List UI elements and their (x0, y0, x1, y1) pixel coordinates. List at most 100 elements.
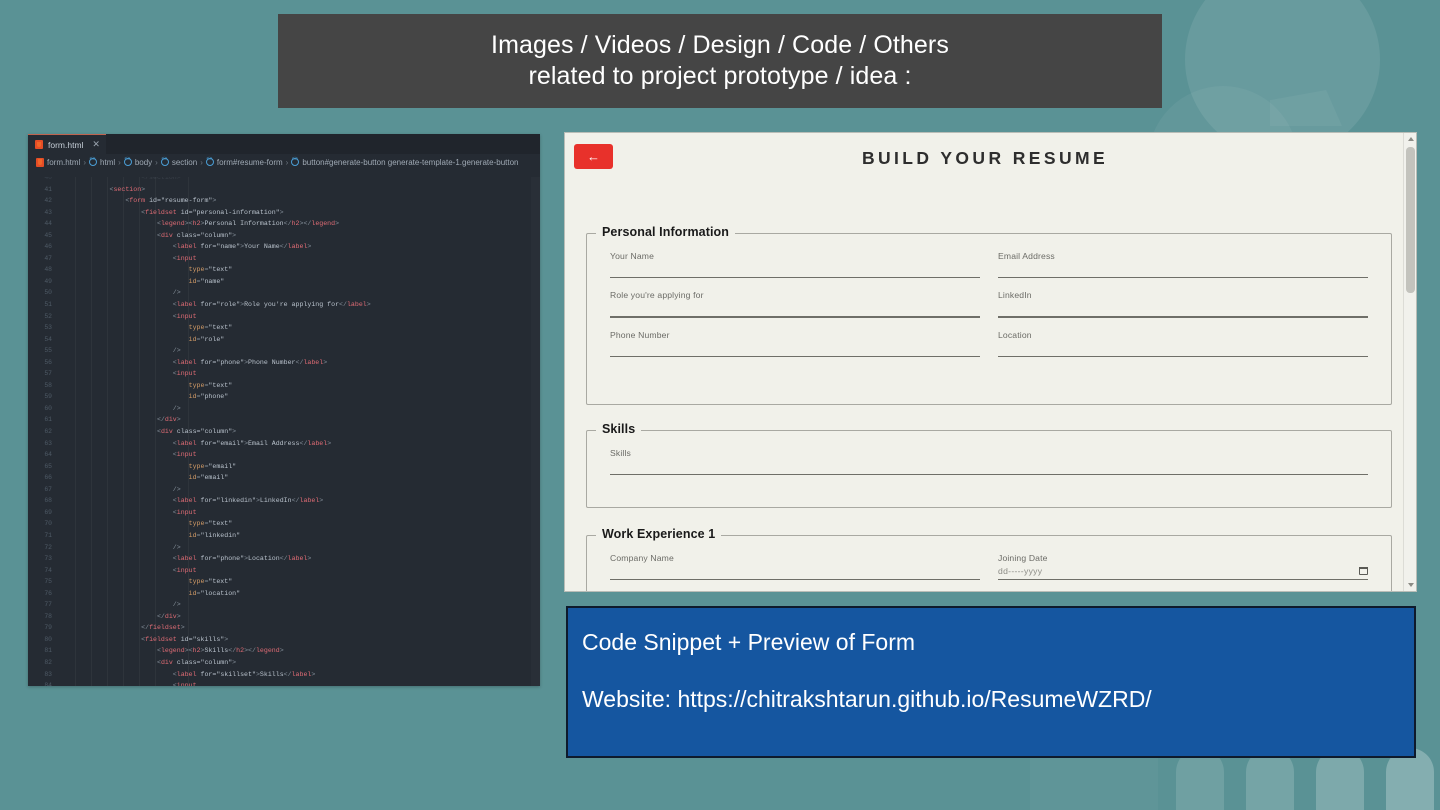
breadcrumb-label: section (171, 157, 198, 167)
banner-line-2: related to project prototype / idea : (528, 62, 912, 90)
code-line: 72 /> (28, 542, 540, 554)
field-role[interactable]: Role you're applying for (610, 290, 980, 318)
line-number: 44 (44, 220, 52, 228)
line-number: 50 (44, 289, 52, 297)
field-your-name[interactable]: Your Name (610, 251, 980, 279)
slide-title-banner: Images / Videos / Design / Code / Others… (278, 14, 1162, 108)
code-line: 55 /> (28, 345, 540, 357)
code-content: <legend><h2>Personal Information</h2></l… (156, 220, 340, 228)
code-content: <label for="email">Email Address</label> (172, 439, 332, 447)
html5-file-icon (35, 140, 43, 149)
line-number: 76 (44, 589, 52, 597)
code-content: <div class="column"> (156, 428, 237, 436)
background-wedge-decoration (1270, 90, 1342, 126)
line-number: 48 (44, 266, 52, 274)
field-label: Location (998, 329, 1032, 340)
code-content: id="location" (188, 589, 241, 597)
line-number: 74 (44, 566, 52, 574)
code-line: 59 id="phone" (28, 391, 540, 403)
field-underline (610, 579, 980, 581)
field-linkedin[interactable]: LinkedIn (998, 290, 1368, 318)
code-content: /> (172, 543, 181, 551)
field-company-name[interactable]: Company Name (610, 553, 980, 581)
code-line: 65 type="email" (28, 461, 540, 473)
line-number: 73 (44, 555, 52, 563)
scroll-up-icon[interactable] (1407, 137, 1414, 141)
breadcrumb-separator: › (285, 157, 289, 167)
caption-line-2: Website: https://chitrakshtarun.github.i… (582, 686, 1152, 712)
code-content: <label for="role">Role you're applying f… (172, 301, 371, 309)
code-content: <input (172, 451, 197, 459)
line-number: 78 (44, 612, 52, 620)
date-input-row[interactable]: dd-----yyyy (998, 566, 1369, 576)
code-content: <fieldset id="skills"> (141, 635, 229, 643)
code-line: 83 <label for="skillset">Skills</label> (28, 669, 540, 681)
breadcrumb-item[interactable]: html (89, 156, 115, 167)
html-tag-icon (291, 156, 300, 166)
code-line: 60 /> (28, 403, 540, 415)
code-content: <legend><h2>Skills</h2></legend> (156, 647, 284, 655)
editor-tab-form-html[interactable]: form.html ✕ (28, 134, 106, 154)
code-line: 58 type="text" (28, 380, 540, 392)
page-title: BUILD YOUR RESUME (861, 148, 1109, 168)
breadcrumb-item[interactable]: button#generate-button generate-template… (291, 156, 519, 167)
code-line: 61 </div> (28, 414, 540, 426)
line-number: 60 (44, 404, 52, 412)
line-number: 47 (44, 254, 52, 262)
code-line: 57 <input (28, 368, 540, 380)
fieldset-column-left: Your Name Role you're applying for Phone… (601, 251, 989, 369)
code-line: 79 </fieldset> (28, 622, 540, 634)
line-number: 57 (44, 370, 52, 378)
breadcrumb-item[interactable]: body (123, 156, 152, 167)
breadcrumb-item[interactable]: section (160, 156, 198, 167)
code-line: 66 id="email" (28, 472, 540, 484)
scroll-down-icon[interactable] (1407, 583, 1414, 587)
field-label: Joining Date (998, 553, 1048, 563)
field-underline (610, 316, 980, 318)
line-number: 71 (44, 531, 52, 539)
line-number: 66 (44, 474, 52, 482)
line-number: 80 (44, 635, 52, 643)
code-content: <section> (109, 185, 146, 193)
field-location[interactable]: Location (998, 329, 1368, 358)
code-content: /> (172, 601, 181, 609)
breadcrumb-separator: › (83, 157, 87, 167)
line-number: 52 (44, 312, 52, 320)
field-label: Company Name (610, 553, 674, 563)
editor-scrollbar[interactable] (531, 170, 540, 686)
fieldset-work-experience-1: Work Experience 1 Company Name Joining D… (586, 527, 1392, 591)
breadcrumb-item[interactable]: form.html (36, 157, 80, 167)
line-number: 56 (44, 358, 52, 366)
code-line: 64 <input (28, 449, 540, 461)
scrollbar-thumb[interactable] (1406, 147, 1415, 293)
code-line: 68 <label for="linkedin">LinkedIn</label… (28, 495, 540, 507)
field-skills[interactable]: Skills (610, 448, 1368, 476)
field-label: LinkedIn (998, 290, 1032, 301)
field-underline (998, 355, 1368, 358)
code-line: 42 <form id="resume-form"> (28, 195, 540, 207)
code-content: <form id="resume-form"> (125, 197, 217, 205)
html-tag-icon (160, 156, 169, 166)
field-email-address[interactable]: Email Address (998, 251, 1368, 279)
line-number: 79 (44, 624, 52, 632)
field-label: Skills (610, 448, 631, 458)
preview-scrollbar[interactable] (1403, 133, 1416, 591)
line-number: 82 (44, 658, 52, 666)
code-line: 74 <input (28, 565, 540, 577)
breadcrumb-item[interactable]: form#resume-form (205, 156, 283, 167)
code-content: type="text" (188, 381, 233, 389)
code-content: /> (172, 404, 181, 412)
code-line: 43 <fieldset id="personal-information"> (28, 207, 540, 219)
breadcrumb-label: form#resume-form (216, 157, 283, 167)
code-line: 49 id="name" (28, 276, 540, 288)
field-phone-number[interactable]: Phone Number (610, 330, 980, 358)
breadcrumb-separator: › (200, 157, 203, 167)
close-icon[interactable]: ✕ (92, 139, 100, 150)
code-line: 41 <section> (28, 184, 540, 196)
code-text-area[interactable]: 40 </section> 41 <section> 42 <form id="re… (28, 170, 540, 686)
line-number: 49 (44, 277, 52, 285)
line-number: 62 (44, 428, 52, 436)
field-joining-date[interactable]: Joining Date dd-----yyyy (998, 553, 1369, 581)
calendar-icon[interactable] (1358, 566, 1369, 575)
line-number: 61 (44, 416, 52, 424)
